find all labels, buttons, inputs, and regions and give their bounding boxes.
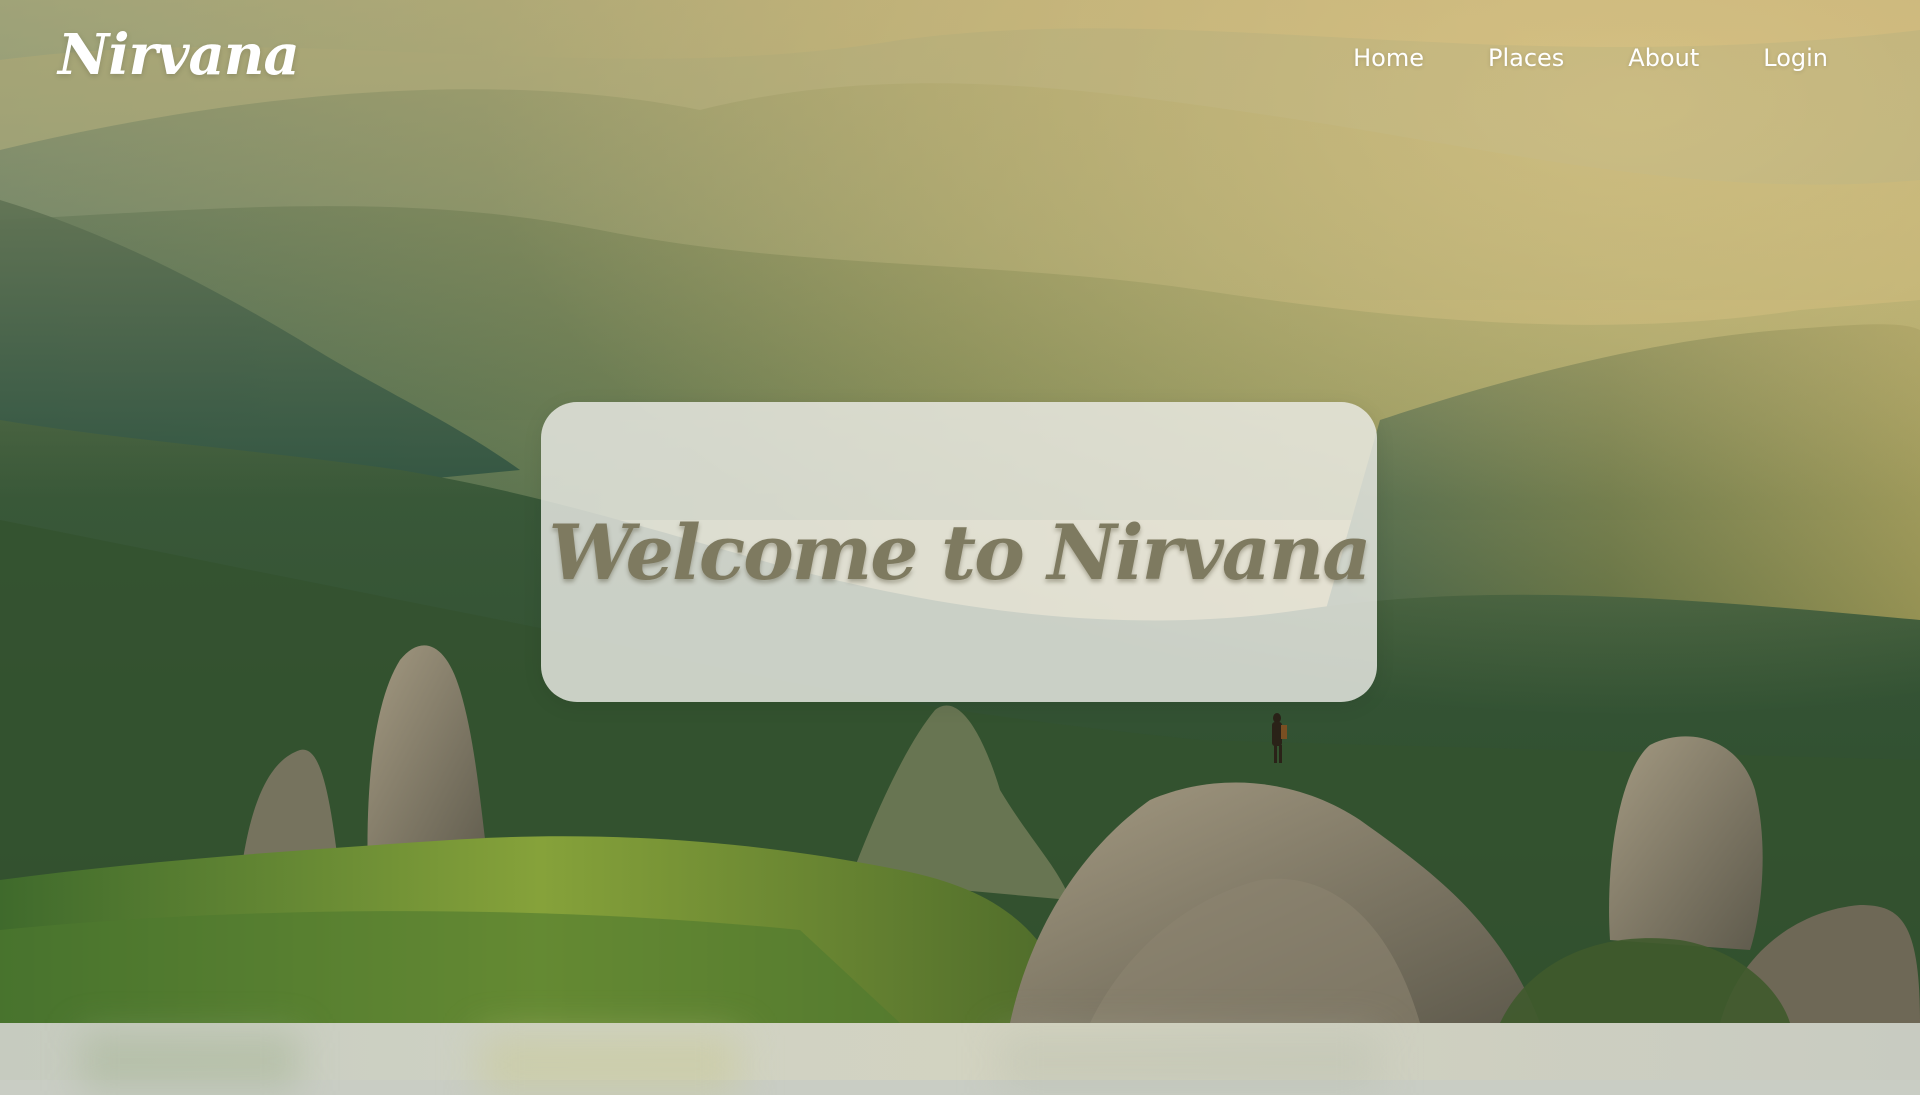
hero-section: Nirvana Home Places About Login Welcome … (0, 0, 1920, 1023)
next-section-preview (0, 1023, 1920, 1095)
blurred-background (480, 1035, 740, 1095)
welcome-title: Welcome to Nirvana (548, 507, 1371, 597)
nav-link-about[interactable]: About (1628, 44, 1699, 72)
site-logo[interactable]: Nirvana (58, 22, 300, 88)
welcome-card: Welcome to Nirvana (541, 402, 1377, 702)
blurred-background (1000, 1033, 1380, 1093)
nav-link-home[interactable]: Home (1353, 44, 1424, 72)
nav-link-places[interactable]: Places (1488, 44, 1564, 72)
nav-link-login[interactable]: Login (1763, 44, 1828, 72)
top-navbar: Nirvana Home Places About Login (0, 0, 1920, 120)
nav-links: Home Places About Login (1289, 44, 1828, 72)
blurred-background (80, 1031, 300, 1091)
